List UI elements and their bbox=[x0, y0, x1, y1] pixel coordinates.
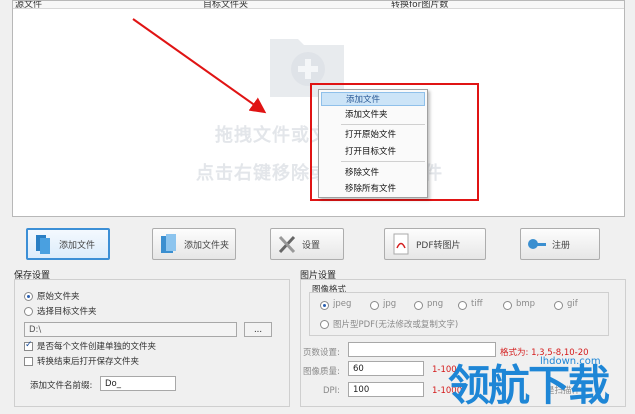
choose-target-label: 选择目标文件夹 bbox=[37, 307, 97, 317]
format-jpg-radio[interactable] bbox=[370, 301, 379, 310]
browse-button[interactable]: ... bbox=[244, 322, 272, 337]
watermark-site: lhdown.com bbox=[540, 356, 601, 367]
settings-button[interactable]: 设置 bbox=[270, 228, 344, 260]
folder-icon bbox=[161, 234, 176, 253]
original-folder-radio[interactable] bbox=[24, 292, 33, 301]
prefix-input[interactable]: Do_ bbox=[100, 376, 176, 391]
add-file-icon bbox=[36, 235, 50, 254]
register-button[interactable]: 注册 bbox=[520, 228, 600, 260]
menu-remove-all[interactable]: 移除所有文件 bbox=[321, 182, 425, 196]
format-gif-radio[interactable] bbox=[554, 301, 563, 310]
format-gif-label: gif bbox=[567, 299, 578, 309]
format-jpeg-label: jpeg bbox=[333, 299, 352, 309]
add-file-label: 添加文件 bbox=[59, 240, 96, 251]
register-label: 注册 bbox=[552, 240, 571, 251]
column-source[interactable]: 源文件 bbox=[15, 1, 42, 8]
pdf-to-image-button[interactable]: PDF转图片 bbox=[384, 228, 486, 260]
open-after-label: 转换结束后打开保存文件夹 bbox=[37, 357, 140, 367]
original-folder-label: 原始文件夹 bbox=[37, 292, 80, 302]
add-file-button[interactable]: 添加文件 bbox=[26, 228, 110, 260]
column-image-count[interactable]: 转换for图片数 bbox=[391, 1, 448, 8]
save-path-field[interactable]: D:\ bbox=[24, 322, 237, 337]
menu-separator bbox=[341, 124, 425, 125]
pages-label: 页数设置: bbox=[303, 348, 340, 358]
menu-open-target[interactable]: 打开目标文件 bbox=[321, 145, 425, 159]
format-tiff-label: tiff bbox=[471, 299, 483, 309]
menu-add-file[interactable]: 添加文件 bbox=[321, 92, 425, 106]
list-header: 源文件 目标文件夹 转换for图片数 bbox=[13, 1, 624, 9]
prefix-label: 添加文件名前缀: bbox=[30, 381, 93, 391]
choose-target-radio[interactable] bbox=[24, 307, 33, 316]
format-bmp-label: bmp bbox=[516, 299, 536, 309]
context-menu: 添加文件 添加文件夹 打开原始文件 打开目标文件 移除文件 移除所有文件 bbox=[318, 89, 428, 198]
pdf-icon bbox=[393, 233, 409, 255]
quality-label: 图像质量: bbox=[303, 367, 340, 377]
format-tiff-radio[interactable] bbox=[458, 301, 467, 310]
dpi-label: DPI: bbox=[323, 386, 341, 396]
create-per-file-label: 是否每个文件创建单独的文件夹 bbox=[37, 342, 157, 352]
format-png-label: png bbox=[427, 299, 444, 309]
menu-open-original[interactable]: 打开原始文件 bbox=[321, 128, 425, 142]
pdf-to-image-label: PDF转图片 bbox=[416, 240, 461, 251]
add-folder-button[interactable]: 添加文件夹 bbox=[152, 228, 236, 260]
pdf-image-label: 图片型PDF(无法修改或复制文字) bbox=[333, 320, 459, 330]
add-folder-label: 添加文件夹 bbox=[184, 240, 230, 251]
format-png-radio[interactable] bbox=[414, 301, 423, 310]
format-jpg-label: jpg bbox=[383, 299, 397, 309]
menu-add-folder[interactable]: 添加文件夹 bbox=[321, 108, 425, 122]
pdf-image-radio[interactable] bbox=[320, 320, 329, 329]
settings-label: 设置 bbox=[302, 240, 321, 251]
menu-separator bbox=[341, 161, 425, 162]
red-arrow-annotation bbox=[132, 18, 267, 114]
menu-remove-file[interactable]: 移除文件 bbox=[321, 166, 425, 180]
create-per-file-checkbox[interactable] bbox=[24, 340, 33, 351]
open-after-checkbox[interactable] bbox=[24, 357, 33, 366]
dpi-input[interactable]: 100 bbox=[348, 382, 424, 397]
quality-input[interactable]: 60 bbox=[348, 361, 424, 376]
format-jpeg-radio[interactable] bbox=[320, 301, 329, 310]
key-icon bbox=[528, 239, 546, 249]
column-target-folder[interactable]: 目标文件夹 bbox=[203, 1, 248, 8]
tools-icon bbox=[278, 235, 296, 254]
format-bmp-radio[interactable] bbox=[503, 301, 512, 310]
